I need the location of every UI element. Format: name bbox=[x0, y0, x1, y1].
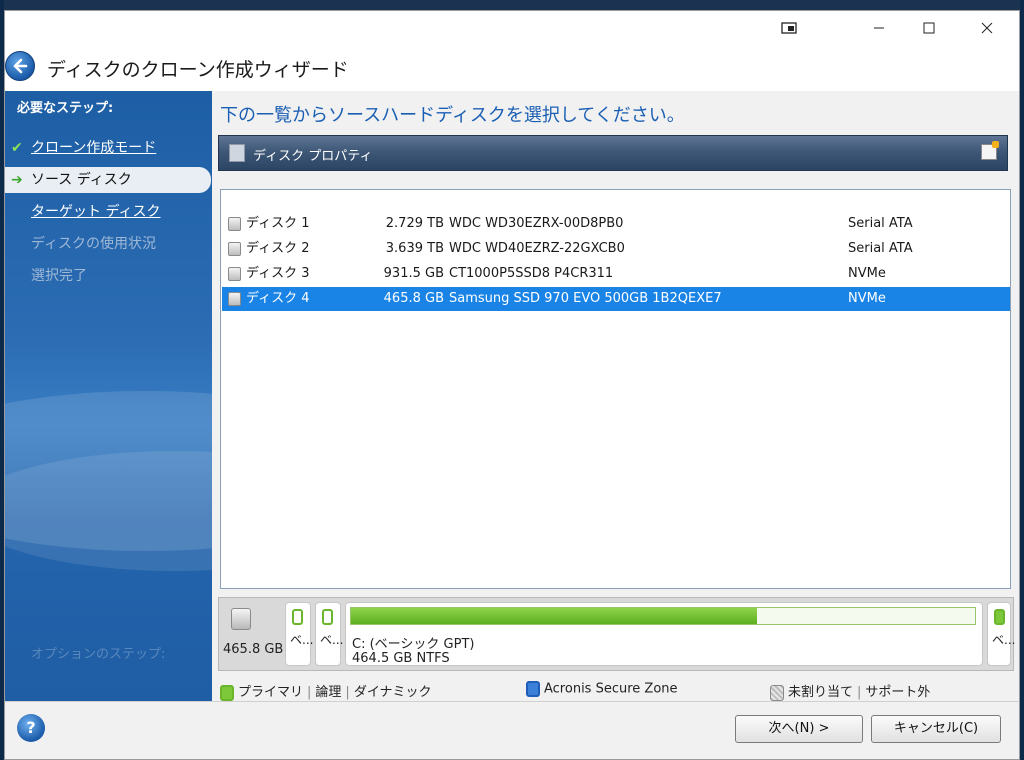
disk-properties-button[interactable]: ディスク プロパティ bbox=[253, 145, 372, 164]
partition-c-info: 464.5 GB NTFS bbox=[352, 651, 450, 666]
instruction-text: 下の一覧からソースハードディスクを選択してください。 bbox=[220, 105, 685, 126]
wizard-title: ディスクのクローン作成ウィザード bbox=[47, 59, 349, 81]
steps-sidebar: 必要なステップ: ✔ クローン作成モード ➔ ソース ディスク ターゲット ディ… bbox=[5, 91, 212, 701]
disk-summary: 465.8 GB bbox=[223, 602, 284, 666]
disk-row[interactable]: ディスク 2 3.639 TB WDC WD40EZRZ-22GXCB0 Ser… bbox=[222, 237, 1010, 261]
disk-properties-icon[interactable] bbox=[229, 144, 245, 162]
disk-interface: Serial ATA bbox=[848, 241, 913, 256]
step-label: クローン作成モード bbox=[31, 140, 157, 156]
hard-disk-icon bbox=[228, 267, 241, 281]
close-icon[interactable] bbox=[967, 17, 1007, 43]
disk-model: CT1000P5SSD8 P4CR311 bbox=[449, 266, 614, 281]
partition-small-3[interactable]: ベ... bbox=[987, 602, 1015, 666]
step-clone-mode[interactable]: ✔ クローン作成モード bbox=[5, 135, 212, 161]
step-label: ディスクの使用状況 bbox=[31, 236, 157, 252]
hard-disk-icon bbox=[228, 292, 241, 306]
hard-disk-icon bbox=[231, 608, 251, 630]
disk-interface: NVMe bbox=[848, 266, 886, 281]
step-label: 選択完了 bbox=[31, 268, 87, 284]
disk-model: Samsung SSD 970 EVO 500GB 1B2QEXE7 bbox=[449, 291, 722, 306]
wizard-footer: ? 次へ(N) > キャンセル(C) bbox=[5, 701, 1019, 759]
column-settings-icon[interactable] bbox=[981, 141, 999, 160]
disk-total-size: 465.8 GB bbox=[223, 642, 284, 657]
partition-c-label: C: (ベーシック GPT) bbox=[352, 637, 475, 652]
disk-size: 3.639 TB bbox=[385, 241, 444, 256]
disk-toolbar: ディスク プロパティ bbox=[218, 135, 1008, 171]
help-icon[interactable]: ? bbox=[17, 714, 45, 742]
disk-size: 931.5 GB bbox=[383, 266, 444, 281]
disk-list: ディスク 1 2.729 TB WDC WD30EZRX-00D8PB0 Ser… bbox=[220, 189, 1011, 589]
step-finish: 選択完了 bbox=[5, 263, 212, 289]
partition-legend: プライマリ | 論理 | ダイナミック Acronis Secure Zone 未割り当… bbox=[212, 679, 1019, 701]
partition-map: 465.8 GB ベ... ベ... C: (ベーシック GPT) 464.5 … bbox=[218, 597, 1015, 671]
steps-heading: 必要なステップ: bbox=[17, 101, 114, 116]
disk-size: 2.729 TB bbox=[385, 216, 444, 231]
partition-label: ベ... bbox=[320, 633, 344, 647]
primary-swatch-icon bbox=[220, 684, 234, 701]
step-target-disk[interactable]: ターゲット ディスク bbox=[5, 199, 212, 225]
partition-small-1[interactable]: ベ... bbox=[285, 602, 314, 666]
step-disk-usage: ディスクの使用状況 bbox=[5, 231, 212, 257]
disk-size: 465.8 GB bbox=[383, 291, 444, 306]
arrow-right-icon: ➔ bbox=[11, 172, 23, 188]
disk-row[interactable]: ディスク 3 931.5 GB CT1000P5SSD8 P4CR311 NVM… bbox=[222, 262, 1010, 286]
optional-steps-heading: オプションのステップ: bbox=[31, 647, 166, 662]
step-label: ソース ディスク bbox=[31, 172, 132, 188]
disk-row-selected[interactable]: ディスク 4 465.8 GB Samsung SSD 970 EVO 500G… bbox=[222, 287, 1010, 311]
wizard-header: ディスクのクローン作成ウィザード bbox=[5, 47, 1019, 91]
partition-small-2[interactable]: ベ... bbox=[315, 602, 344, 666]
unallocated-swatch-icon bbox=[770, 684, 784, 701]
partition-c[interactable]: C: (ベーシック GPT) 464.5 GB NTFS bbox=[345, 602, 983, 666]
cancel-button[interactable]: キャンセル(C) bbox=[871, 715, 1001, 743]
snap-layout-icon[interactable] bbox=[769, 17, 809, 43]
checkmark-icon: ✔ bbox=[11, 140, 23, 156]
next-button[interactable]: 次へ(N) > bbox=[735, 715, 863, 743]
disk-row[interactable]: ディスク 1 2.729 TB WDC WD30EZRX-00D8PB0 Ser… bbox=[222, 212, 1010, 236]
disk-name: ディスク 2 bbox=[246, 241, 310, 256]
minimize-icon[interactable] bbox=[859, 17, 899, 43]
step-source-disk[interactable]: ➔ ソース ディスク bbox=[5, 167, 211, 193]
partition-label: ベ... bbox=[290, 633, 314, 647]
step-label: ターゲット ディスク bbox=[31, 204, 161, 220]
legend-primary: プライマリ | 論理 | ダイナミック bbox=[220, 681, 432, 701]
disk-name: ディスク 4 bbox=[246, 291, 310, 306]
legend-unallocated: 未割り当て | サポート外 bbox=[770, 681, 930, 701]
maximize-icon[interactable] bbox=[909, 17, 949, 43]
disk-model: WDC WD30EZRX-00D8PB0 bbox=[449, 216, 624, 231]
partition-label: ベ... bbox=[992, 633, 1016, 647]
back-arrow-icon[interactable] bbox=[5, 51, 35, 81]
partition-icon bbox=[994, 609, 1005, 625]
secure-zone-swatch-icon bbox=[526, 681, 540, 697]
legend-secure-zone: Acronis Secure Zone bbox=[526, 681, 678, 697]
title-bar bbox=[5, 11, 1019, 47]
partition-icon bbox=[322, 609, 333, 625]
usage-bar bbox=[350, 607, 976, 625]
usage-fill bbox=[351, 608, 757, 624]
disk-model: WDC WD40EZRZ-22GXCB0 bbox=[449, 241, 625, 256]
desktop-edge-right bbox=[1020, 0, 1024, 760]
hard-disk-icon bbox=[228, 242, 241, 256]
disk-name: ディスク 1 bbox=[246, 216, 310, 231]
hard-disk-icon bbox=[228, 217, 241, 231]
disk-interface: NVMe bbox=[848, 291, 886, 306]
partition-icon bbox=[292, 609, 303, 625]
wizard-window: ディスクのクローン作成ウィザード 必要なステップ: ✔ クローン作成モード ➔ … bbox=[4, 10, 1020, 760]
disk-interface: Serial ATA bbox=[848, 216, 913, 231]
main-content: 下の一覧からソースハードディスクを選択してください。 ディスク プロパティ ディ… bbox=[212, 91, 1019, 701]
disk-name: ディスク 3 bbox=[246, 266, 310, 281]
